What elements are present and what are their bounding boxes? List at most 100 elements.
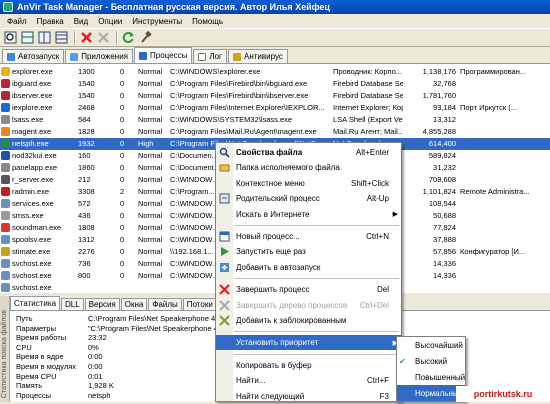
context-menu-item[interactable]: Копировать в буфер xyxy=(216,358,401,373)
property-key: Путь xyxy=(16,314,33,323)
cell-cpu: 0 xyxy=(120,79,125,88)
menu-file[interactable]: Файл xyxy=(2,17,32,26)
priority-item[interactable]: Повышенный xyxy=(397,369,465,385)
process-icon xyxy=(1,127,10,136)
context-menu-item[interactable]: Свойства файла Alt+Enter xyxy=(216,145,401,160)
tab-dll[interactable]: DLL xyxy=(61,298,84,310)
cell-pid: 572 xyxy=(78,199,91,208)
priority-label: Высокий xyxy=(415,356,448,366)
table-row[interactable]: ibserver.exe 1540 0 Normal C:\Program Files\… xyxy=(0,90,550,102)
priority-item[interactable]: ✔ Высокий xyxy=(397,353,465,369)
grid-icon[interactable] xyxy=(20,30,35,45)
refresh-icon[interactable] xyxy=(121,30,136,45)
tab-version[interactable]: Версия xyxy=(84,298,120,310)
context-menu-item[interactable]: Папка исполняемого файла xyxy=(216,160,401,175)
cell-name: svchost.exe xyxy=(12,283,52,292)
context-menu-item[interactable]: Новый процесс... Ctrl+N xyxy=(216,229,401,244)
title-bar: AnVir Task Manager - Бесплатная русская … xyxy=(0,0,550,14)
tab-threads[interactable]: Потоки xyxy=(182,298,217,310)
tab-antivirus[interactable]: Антивирус xyxy=(227,49,288,63)
context-menu-item[interactable]: Искать в Интернете ▶ xyxy=(216,207,401,222)
cell-pid: 584 xyxy=(78,115,91,124)
context-menu-item[interactable]: Завершить процесс Del xyxy=(216,282,401,297)
context-menu-item[interactable]: Добавить в автозапуск xyxy=(216,260,401,275)
stop-disabled-icon[interactable] xyxy=(96,30,111,45)
context-menu-item[interactable]: Родительский процесс Alt-Up xyxy=(216,191,401,206)
menu-help[interactable]: Помощь xyxy=(187,17,228,26)
process-icon xyxy=(1,223,10,232)
cell-pid: 1932 xyxy=(78,139,95,148)
context-menu-item[interactable]: Найти... Ctrl+F xyxy=(216,373,401,388)
tab-applications[interactable]: Приложения xyxy=(65,49,134,63)
cell-cpu: 0 xyxy=(120,223,125,232)
menu-options[interactable]: Опции xyxy=(93,17,127,26)
priority-item[interactable]: Нормальный xyxy=(397,385,465,401)
stop-icon[interactable] xyxy=(79,30,94,45)
property-key: Время CPU xyxy=(16,371,57,381)
cell-prio: Normal xyxy=(138,247,163,256)
cell-name: r_server.exe xyxy=(12,175,54,184)
cell-name: panelapp.exe xyxy=(12,163,58,172)
cell-mem: 708,608 xyxy=(428,175,456,184)
menu-item-label: Папка исполняемого файла xyxy=(236,163,340,173)
table-row[interactable]: ibguard.exe 1540 0 Normal C:\Program Files\F… xyxy=(0,78,550,90)
process-icon xyxy=(1,115,10,124)
hammer-icon[interactable] xyxy=(138,30,153,45)
log-icon xyxy=(198,52,207,61)
cell-mem: 1,101,824 xyxy=(422,187,456,196)
table-row[interactable]: explorer.exe 1300 0 Normal C:\WINDOWS\explor… xyxy=(0,66,550,78)
cell-name: services.exe xyxy=(12,199,54,208)
menu-item-label: Копировать в буфер xyxy=(236,360,312,370)
menu-tools[interactable]: Инструменты xyxy=(127,17,187,26)
cell-mem: 108,544 xyxy=(428,199,456,208)
cell-prio: Normal xyxy=(138,79,163,88)
grid2-icon[interactable] xyxy=(37,30,52,45)
context-menu-item[interactable]: Завершить дерево процессов Ctrl+Del xyxy=(216,298,401,313)
watermark: portirkutsk.ru xyxy=(456,386,550,402)
cell-cpu: 0 xyxy=(120,127,125,136)
table-row[interactable]: iexplore.exe 2468 0 Normal C:\Program Files\… xyxy=(0,102,550,114)
cell-desc: LSA Shell (Export Ve... xyxy=(333,115,403,124)
tab-processes[interactable]: Процессы xyxy=(134,47,193,63)
cell-mem: 14,336 xyxy=(433,271,456,280)
menu-edit[interactable]: Правка xyxy=(32,17,69,26)
process-icon xyxy=(1,187,10,196)
priority-item[interactable]: Высочайший xyxy=(397,337,465,353)
cell-pid: 3308 xyxy=(78,187,95,196)
tab-files[interactable]: Файлы xyxy=(148,298,182,310)
context-menu-item[interactable]: Контекстное меню Shift+Click xyxy=(216,176,401,191)
cell-cpu: 0 xyxy=(120,235,125,244)
process-icon xyxy=(1,247,10,256)
cell-prio: Normal xyxy=(138,163,163,172)
cell-name: iexplore.exe xyxy=(12,103,53,112)
context-menu-item[interactable]: Установить приоритет▶ xyxy=(216,335,401,351)
table-row[interactable]: lsass.exe 584 0 Normal C:\WINDOWS\SYSTEM32\l… xyxy=(0,114,550,126)
cell-pid: 1300 xyxy=(78,67,95,76)
tab-windows[interactable]: Окна xyxy=(120,298,148,310)
property-key: Время в ядре xyxy=(16,352,64,362)
cell-prio: Normal xyxy=(138,211,163,220)
cell-pid: 800 xyxy=(78,271,91,280)
tab-autostart[interactable]: Автозапуск xyxy=(2,49,65,63)
side-strip: Статистика поиска файлов xyxy=(0,296,10,402)
toolbar-separator xyxy=(116,31,118,44)
toolbar xyxy=(0,28,550,47)
property-value: C:\Program Files\Net Speakerphone 4\ xyxy=(88,314,218,323)
cell-name: svchost.exe xyxy=(12,271,52,280)
cell-pid: 1808 xyxy=(78,223,95,232)
grid3-icon[interactable] xyxy=(54,30,69,45)
properties-icon[interactable] xyxy=(3,30,18,45)
table-row[interactable]: magent.exe 1828 0 Normal C:\Program Files\Ma… xyxy=(0,126,550,138)
tab-log[interactable]: Лог xyxy=(193,49,227,63)
context-menu-item[interactable]: Запустить еще раз xyxy=(216,244,401,259)
menu-view[interactable]: Вид xyxy=(69,17,93,26)
cell-desc: Internet Explorer; Кор... xyxy=(333,103,403,112)
cell-prio: Normal xyxy=(138,127,163,136)
cell-cpu: 0 xyxy=(120,151,125,160)
context-menu-item[interactable]: Добавить к заблокированным xyxy=(216,313,401,328)
magnifier-icon xyxy=(219,147,230,158)
context-menu-item[interactable]: Найти следующий F3 xyxy=(216,389,401,404)
tab-statistics[interactable]: Статистика xyxy=(10,296,61,310)
cell-pid: 436 xyxy=(78,211,91,220)
menu-item-label: Новый процесс... xyxy=(236,232,300,241)
